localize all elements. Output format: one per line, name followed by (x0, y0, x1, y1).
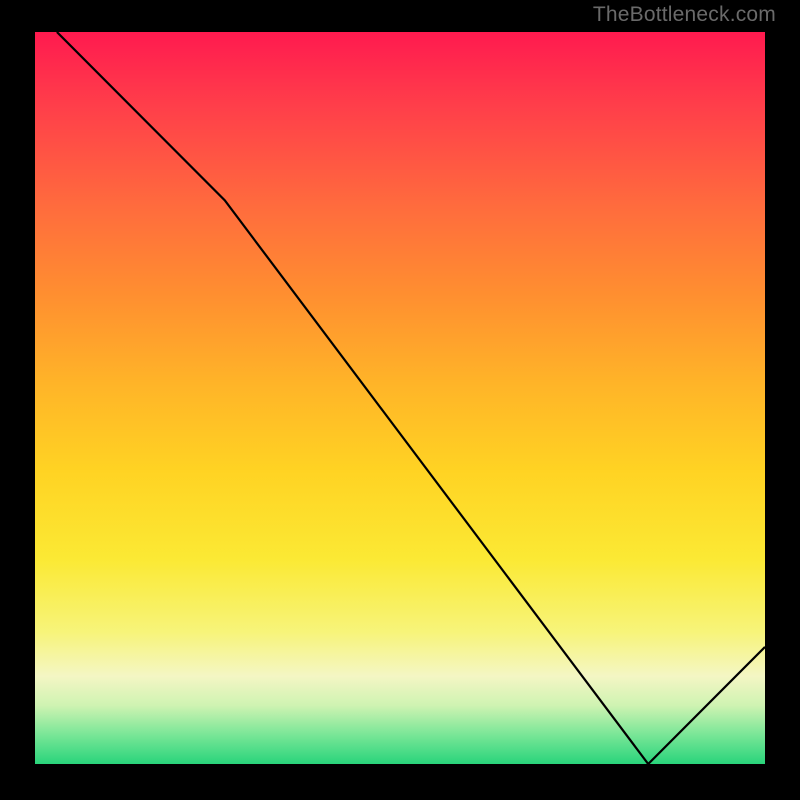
attribution-text: TheBottleneck.com (593, 3, 776, 27)
chart-gradient-area (35, 32, 765, 764)
